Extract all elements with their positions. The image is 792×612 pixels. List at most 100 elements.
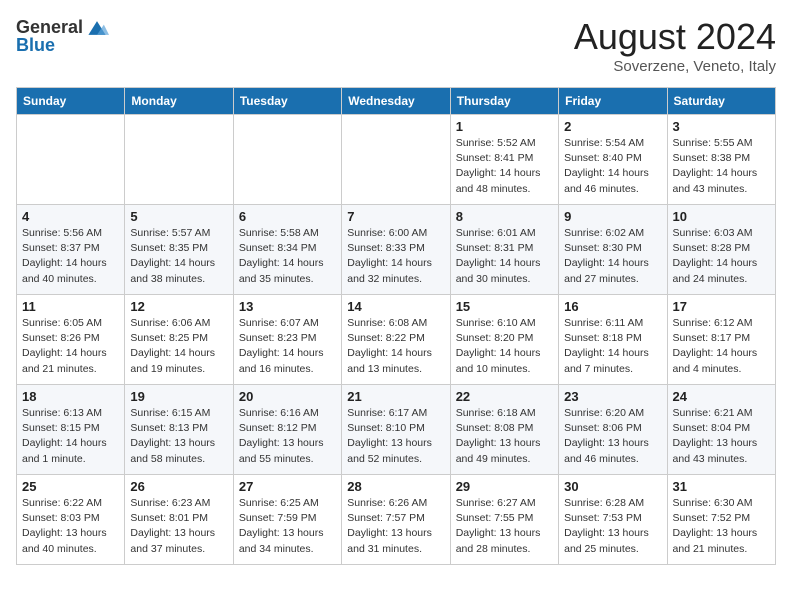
calendar-cell: 29Sunrise: 6:27 AM Sunset: 7:55 PM Dayli… bbox=[450, 475, 558, 565]
calendar-cell: 5 Sunrise: 5:57 AM Sunset: 8:35 PM Daylig… bbox=[125, 205, 233, 295]
day-number: 20 bbox=[239, 389, 336, 404]
day-number: 10 bbox=[673, 209, 770, 224]
day-number: 23 bbox=[564, 389, 661, 404]
day-number: 28 bbox=[347, 479, 444, 494]
day-info: Sunrise: 5:54 AM Sunset: 8:40 PM Dayligh… bbox=[564, 136, 661, 197]
day-number: 29 bbox=[456, 479, 553, 494]
col-header-tuesday: Tuesday bbox=[233, 88, 341, 115]
calendar-cell: 19 Sunrise: 6:15 AM Sunset: 8:13 PM Dayli… bbox=[125, 385, 233, 475]
calendar-cell bbox=[17, 115, 125, 205]
day-number: 16 bbox=[564, 299, 661, 314]
day-number: 13 bbox=[239, 299, 336, 314]
day-info: Sunrise: 5:57 AM Sunset: 8:35 PM Dayligh… bbox=[130, 226, 227, 287]
day-number: 30 bbox=[564, 479, 661, 494]
calendar-cell: 9 Sunrise: 6:02 AM Sunset: 8:30 PM Daylig… bbox=[559, 205, 667, 295]
day-info: Sunrise: 6:16 AM Sunset: 8:12 PM Dayligh… bbox=[239, 406, 336, 467]
logo: General Blue bbox=[16, 16, 109, 56]
day-info: Sunrise: 6:10 AM Sunset: 8:20 PM Dayligh… bbox=[456, 316, 553, 377]
col-header-saturday: Saturday bbox=[667, 88, 775, 115]
day-info: Sunrise: 6:13 AM Sunset: 8:15 PM Dayligh… bbox=[22, 406, 119, 467]
calendar-table: SundayMondayTuesdayWednesdayThursdayFrid… bbox=[16, 87, 776, 565]
day-number: 4 bbox=[22, 209, 119, 224]
calendar-cell bbox=[342, 115, 450, 205]
day-number: 31 bbox=[673, 479, 770, 494]
logo-icon bbox=[85, 16, 109, 40]
day-info: Sunrise: 6:12 AM Sunset: 8:17 PM Dayligh… bbox=[673, 316, 770, 377]
location: Soverzene, Veneto, Italy bbox=[574, 58, 776, 75]
day-number: 11 bbox=[22, 299, 119, 314]
col-header-monday: Monday bbox=[125, 88, 233, 115]
day-info: Sunrise: 5:58 AM Sunset: 8:34 PM Dayligh… bbox=[239, 226, 336, 287]
day-info: Sunrise: 6:11 AM Sunset: 8:18 PM Dayligh… bbox=[564, 316, 661, 377]
calendar-cell: 27 Sunrise: 6:25 AM Sunset: 7:59 PM Dayli… bbox=[233, 475, 341, 565]
day-info: Sunrise: 6:23 AM Sunset: 8:01 PM Dayligh… bbox=[130, 496, 227, 557]
calendar-cell: 28 Sunrise: 6:26 AM Sunset: 7:57 PM Dayli… bbox=[342, 475, 450, 565]
day-info: Sunrise: 6:21 AM Sunset: 8:04 PM Dayligh… bbox=[673, 406, 770, 467]
calendar-cell: 20 Sunrise: 6:16 AM Sunset: 8:12 PM Dayli… bbox=[233, 385, 341, 475]
day-number: 8 bbox=[456, 209, 553, 224]
day-info: Sunrise: 5:55 AM Sunset: 8:38 PM Dayligh… bbox=[673, 136, 770, 197]
day-number: 19 bbox=[130, 389, 227, 404]
day-info: Sunrise: 6:20 AM Sunset: 8:06 PM Dayligh… bbox=[564, 406, 661, 467]
calendar-cell: 16 Sunrise: 6:11 AM Sunset: 8:18 PM Dayli… bbox=[559, 295, 667, 385]
day-number: 17 bbox=[673, 299, 770, 314]
day-info: Sunrise: 6:15 AM Sunset: 8:13 PM Dayligh… bbox=[130, 406, 227, 467]
day-number: 5 bbox=[130, 209, 227, 224]
day-number: 7 bbox=[347, 209, 444, 224]
calendar-cell bbox=[233, 115, 341, 205]
calendar-cell: 24 Sunrise: 6:21 AM Sunset: 8:04 PM Dayli… bbox=[667, 385, 775, 475]
month-title: August 2024 bbox=[574, 16, 776, 58]
calendar-cell: 14Sunrise: 6:08 AM Sunset: 8:22 PM Dayli… bbox=[342, 295, 450, 385]
calendar-cell: 17 Sunrise: 6:12 AM Sunset: 8:17 PM Dayli… bbox=[667, 295, 775, 385]
calendar-cell: 6 Sunrise: 5:58 AM Sunset: 8:34 PM Daylig… bbox=[233, 205, 341, 295]
day-info: Sunrise: 6:30 AM Sunset: 7:52 PM Dayligh… bbox=[673, 496, 770, 557]
calendar-cell: 8 Sunrise: 6:01 AM Sunset: 8:31 PM Daylig… bbox=[450, 205, 558, 295]
col-header-thursday: Thursday bbox=[450, 88, 558, 115]
day-info: Sunrise: 6:28 AM Sunset: 7:53 PM Dayligh… bbox=[564, 496, 661, 557]
day-number: 24 bbox=[673, 389, 770, 404]
calendar-cell: 3 Sunrise: 5:55 AM Sunset: 8:38 PM Daylig… bbox=[667, 115, 775, 205]
day-info: Sunrise: 5:52 AM Sunset: 8:41 PM Dayligh… bbox=[456, 136, 553, 197]
day-number: 12 bbox=[130, 299, 227, 314]
calendar-cell: 12 Sunrise: 6:06 AM Sunset: 8:25 PM Dayli… bbox=[125, 295, 233, 385]
day-number: 25 bbox=[22, 479, 119, 494]
calendar-cell: 31 Sunrise: 6:30 AM Sunset: 7:52 PM Dayli… bbox=[667, 475, 775, 565]
day-info: Sunrise: 6:22 AM Sunset: 8:03 PM Dayligh… bbox=[22, 496, 119, 557]
page-header: General Blue August 2024 Soverzene, Vene… bbox=[16, 16, 776, 75]
day-number: 15 bbox=[456, 299, 553, 314]
col-header-wednesday: Wednesday bbox=[342, 88, 450, 115]
calendar-cell: 2 Sunrise: 5:54 AM Sunset: 8:40 PM Daylig… bbox=[559, 115, 667, 205]
day-number: 27 bbox=[239, 479, 336, 494]
day-number: 18 bbox=[22, 389, 119, 404]
col-header-friday: Friday bbox=[559, 88, 667, 115]
calendar-cell: 4 Sunrise: 5:56 AM Sunset: 8:37 PM Daylig… bbox=[17, 205, 125, 295]
day-info: Sunrise: 6:00 AM Sunset: 8:33 PM Dayligh… bbox=[347, 226, 444, 287]
day-info: Sunrise: 6:02 AM Sunset: 8:30 PM Dayligh… bbox=[564, 226, 661, 287]
calendar-cell: 21Sunrise: 6:17 AM Sunset: 8:10 PM Dayli… bbox=[342, 385, 450, 475]
day-number: 14 bbox=[347, 299, 444, 314]
calendar-cell: 13Sunrise: 6:07 AM Sunset: 8:23 PM Dayli… bbox=[233, 295, 341, 385]
day-number: 9 bbox=[564, 209, 661, 224]
day-info: Sunrise: 6:05 AM Sunset: 8:26 PM Dayligh… bbox=[22, 316, 119, 377]
calendar-cell: 18 Sunrise: 6:13 AM Sunset: 8:15 PM Dayli… bbox=[17, 385, 125, 475]
day-number: 1 bbox=[456, 119, 553, 134]
title-block: August 2024 Soverzene, Veneto, Italy bbox=[574, 16, 776, 75]
day-number: 6 bbox=[239, 209, 336, 224]
day-info: Sunrise: 6:25 AM Sunset: 7:59 PM Dayligh… bbox=[239, 496, 336, 557]
day-info: Sunrise: 5:56 AM Sunset: 8:37 PM Dayligh… bbox=[22, 226, 119, 287]
calendar-cell: 23 Sunrise: 6:20 AM Sunset: 8:06 PM Dayli… bbox=[559, 385, 667, 475]
day-info: Sunrise: 6:18 AM Sunset: 8:08 PM Dayligh… bbox=[456, 406, 553, 467]
calendar-cell: 15 Sunrise: 6:10 AM Sunset: 8:20 PM Dayli… bbox=[450, 295, 558, 385]
day-info: Sunrise: 6:01 AM Sunset: 8:31 PM Dayligh… bbox=[456, 226, 553, 287]
day-number: 22 bbox=[456, 389, 553, 404]
day-number: 2 bbox=[564, 119, 661, 134]
calendar-cell: 11 Sunrise: 6:05 AM Sunset: 8:26 PM Dayli… bbox=[17, 295, 125, 385]
day-number: 3 bbox=[673, 119, 770, 134]
calendar-cell bbox=[125, 115, 233, 205]
col-header-sunday: Sunday bbox=[17, 88, 125, 115]
day-number: 21 bbox=[347, 389, 444, 404]
calendar-cell: 7 Sunrise: 6:00 AM Sunset: 8:33 PM Daylig… bbox=[342, 205, 450, 295]
day-info: Sunrise: 6:06 AM Sunset: 8:25 PM Dayligh… bbox=[130, 316, 227, 377]
day-info: Sunrise: 6:26 AM Sunset: 7:57 PM Dayligh… bbox=[347, 496, 444, 557]
day-info: Sunrise: 6:03 AM Sunset: 8:28 PM Dayligh… bbox=[673, 226, 770, 287]
